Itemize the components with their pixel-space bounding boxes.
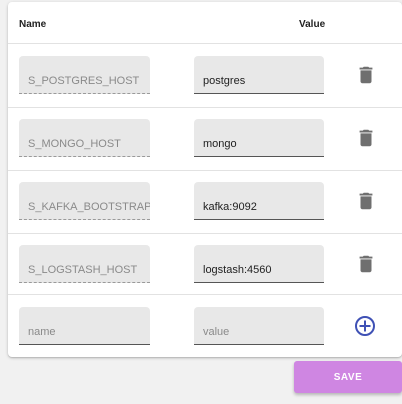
trash-icon[interactable] (355, 190, 377, 212)
new-env-value-input[interactable]: value (194, 307, 324, 345)
env-value-field[interactable]: postgres (194, 56, 324, 94)
row-divider (8, 107, 402, 108)
column-header-value: Value (299, 19, 326, 30)
trash-icon[interactable] (355, 64, 377, 86)
add-circle-icon[interactable] (353, 314, 377, 338)
env-value-field[interactable]: logstash:4560 (194, 245, 324, 283)
trash-icon[interactable] (355, 127, 377, 149)
row-divider (8, 170, 402, 171)
env-name-field[interactable]: S_KAFKA_BOOTSTRAP (19, 182, 150, 220)
env-value-field[interactable]: kafka:9092 (194, 182, 324, 220)
env-name-field[interactable]: S_MONGO_HOST (19, 119, 150, 157)
row-divider (8, 233, 402, 234)
env-value-field[interactable]: mongo (194, 119, 324, 157)
row-divider (8, 294, 402, 295)
header-divider (8, 43, 402, 44)
column-header-name: Name (19, 19, 47, 30)
new-env-name-input[interactable]: name (19, 307, 150, 345)
trash-icon[interactable] (355, 253, 377, 275)
env-name-field[interactable]: S_LOGSTASH_HOST (19, 245, 150, 283)
env-name-field[interactable]: S_POSTGRES_HOST (19, 56, 150, 94)
env-vars-card: Name Value S_POSTGRES_HOST postgres S_MO… (8, 2, 402, 357)
save-button[interactable]: SAVE (294, 361, 402, 393)
